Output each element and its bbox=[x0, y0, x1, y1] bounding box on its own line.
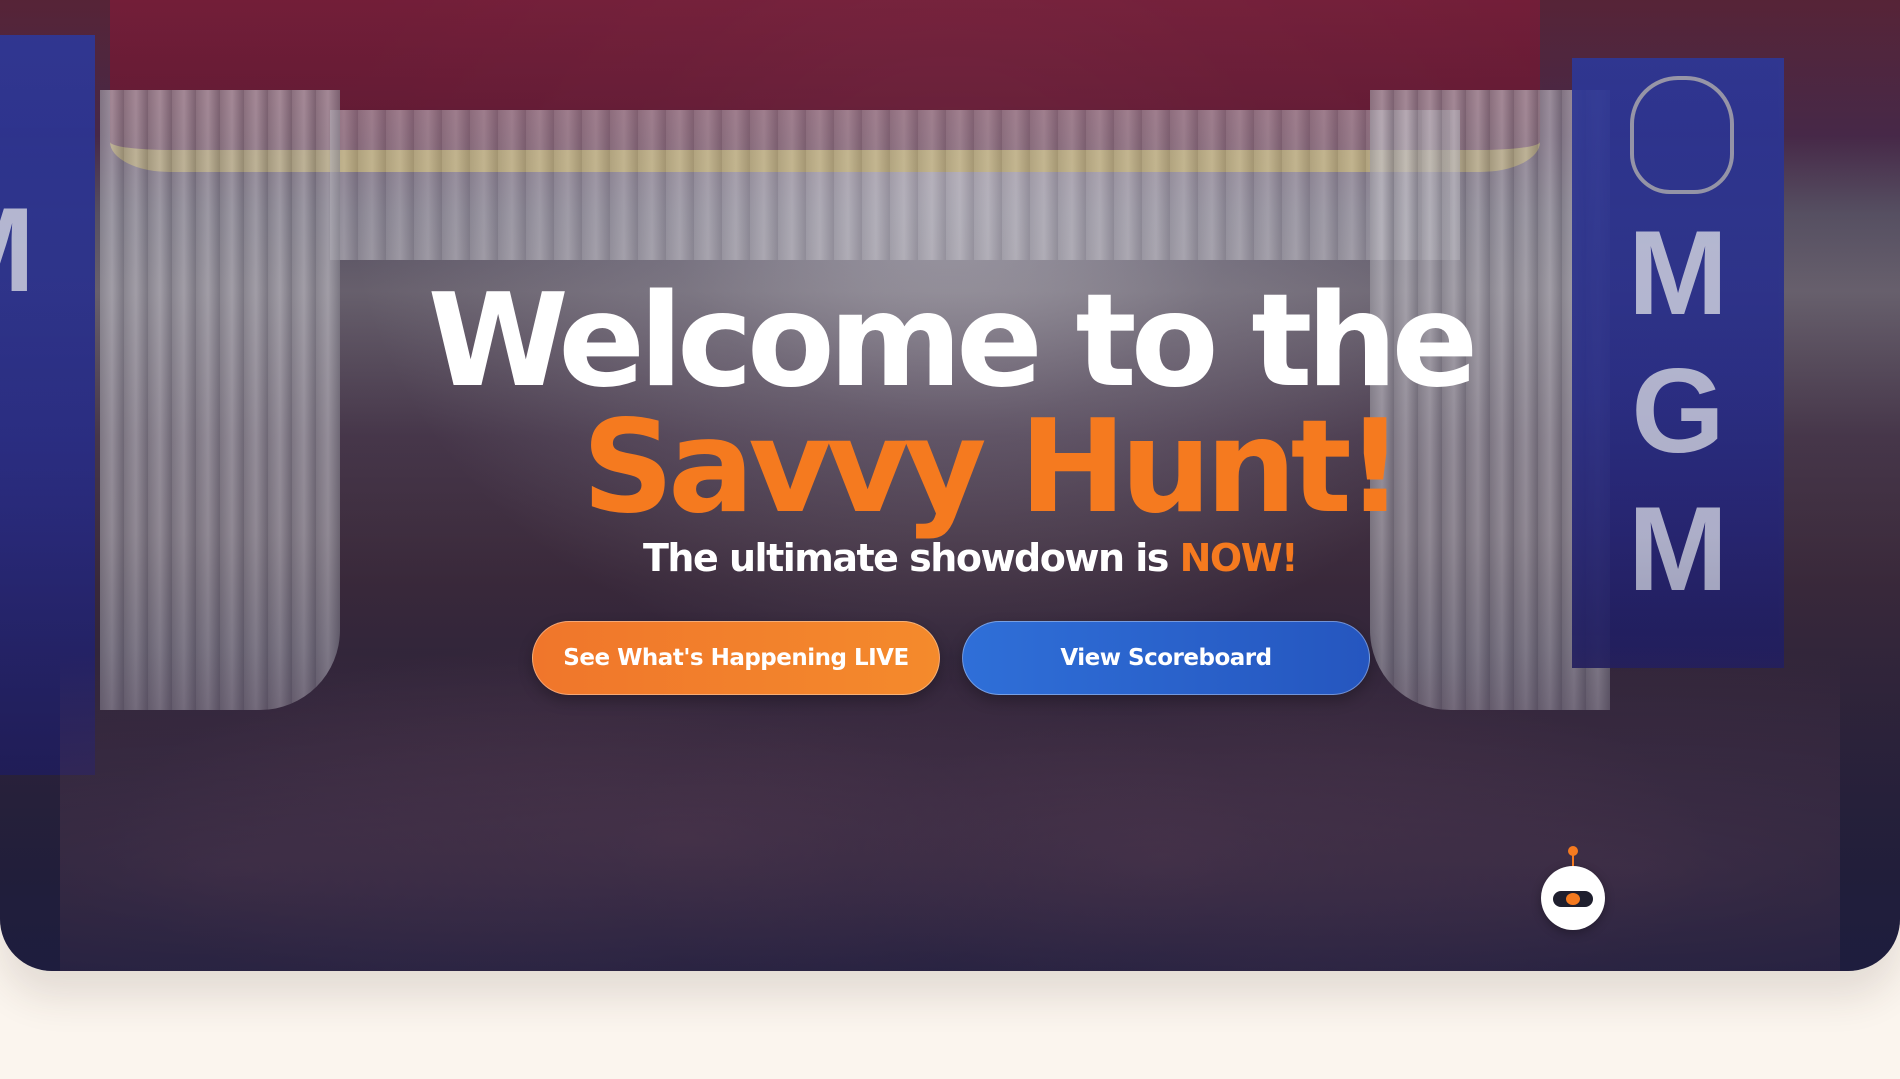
robot-face-icon bbox=[1553, 891, 1593, 907]
robot-eye-icon bbox=[1566, 893, 1580, 905]
view-scoreboard-button-label: View Scoreboard bbox=[1060, 645, 1272, 671]
hero-subtitle: The ultimate showdown is NOW! bbox=[0, 533, 1900, 583]
subtitle-accent: NOW! bbox=[1179, 536, 1299, 580]
view-scoreboard-button[interactable]: View Scoreboard bbox=[962, 621, 1370, 695]
subtitle-text: The ultimate showdown is bbox=[643, 536, 1180, 580]
robot-antenna-icon bbox=[1568, 846, 1578, 866]
see-live-button[interactable]: See What's Happening LIVE bbox=[532, 621, 940, 695]
see-live-button-label: See What's Happening LIVE bbox=[563, 645, 909, 671]
hero-section: M M G M Welcome to the Savvy Hunt! The u… bbox=[0, 0, 1900, 971]
robot-chat-icon[interactable] bbox=[1541, 846, 1605, 930]
hero-title-line1: Welcome to the bbox=[427, 267, 1479, 416]
hero-title-line2: Savvy Hunt! bbox=[581, 393, 1404, 542]
